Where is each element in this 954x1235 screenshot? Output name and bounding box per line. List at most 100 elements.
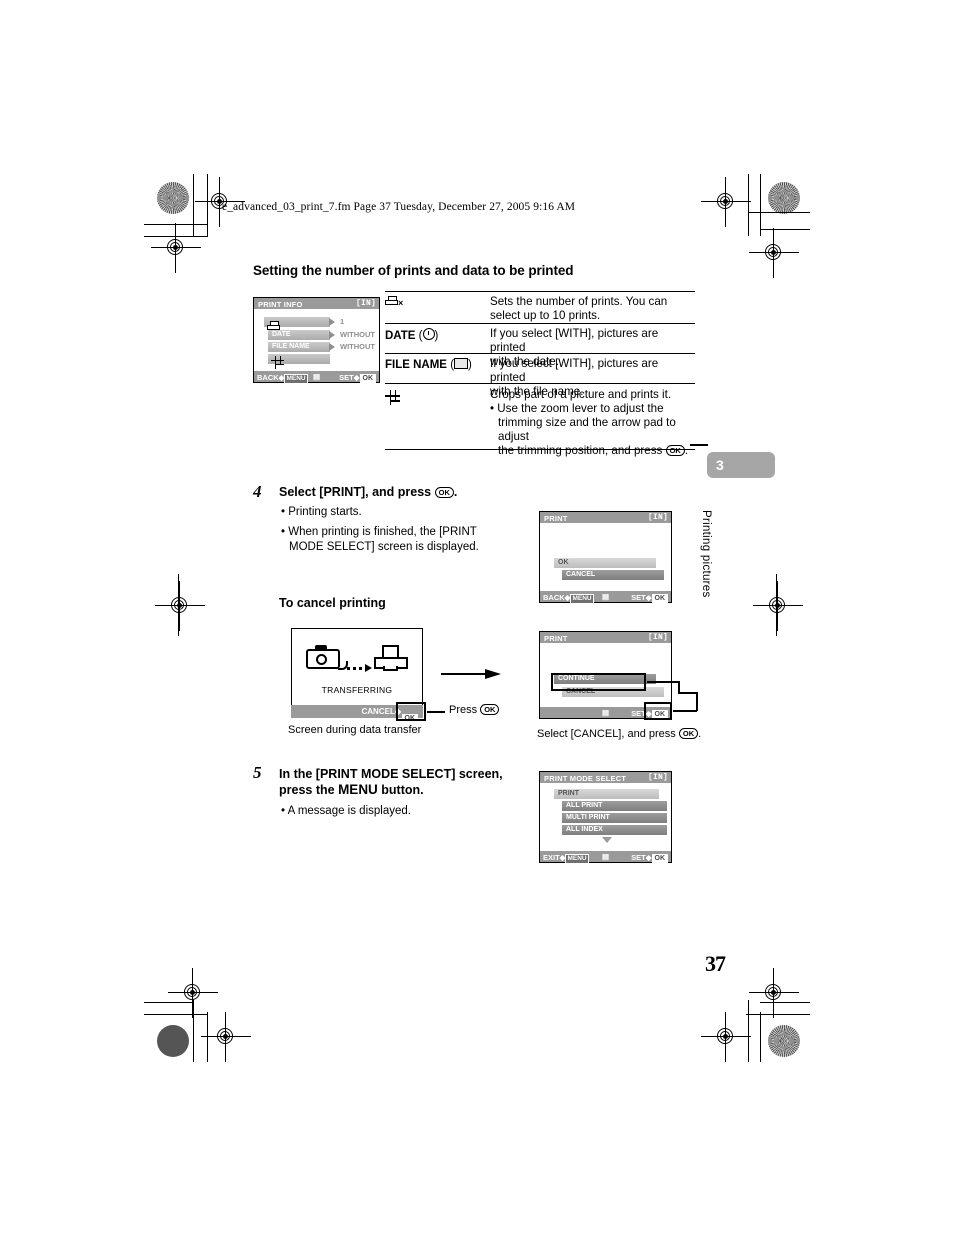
print-mode-item-print[interactable]: PRINT — [554, 789, 659, 799]
cancel-item-callout-box — [551, 673, 646, 691]
step-5-heading-line1: In the [PRINT MODE SELECT] screen, — [279, 767, 503, 781]
print-cancel-badge: [IN] — [647, 633, 668, 642]
crop-line — [144, 224, 208, 226]
ok-button-icon: OK — [480, 704, 500, 715]
updown-key-icon: ▤ — [601, 708, 610, 717]
step-5-heading: In the [PRINT MODE SELECT] screen, press… — [279, 766, 529, 798]
print-ok-screen: PRINT [IN] OK CANCEL BACK◆ MENU ▤ SET◆ OK — [539, 511, 672, 604]
callout-line — [696, 692, 698, 711]
print-info-date-value: WITHOUT — [340, 330, 375, 339]
row-arrow-icon — [329, 331, 335, 339]
ok-key-icon: OK — [359, 373, 376, 384]
print-mode-select-screen: PRINT MODE SELECT [IN] PRINT ALL PRINT M… — [539, 771, 672, 864]
crop-icon — [271, 354, 284, 372]
back-label: BACK — [257, 372, 279, 382]
camera-icon — [306, 645, 348, 670]
caption-period: . — [698, 728, 702, 740]
print-info-row-filename[interactable]: FILE NAME — [268, 342, 330, 352]
registration-mark — [155, 581, 205, 631]
caption-text: Select [CANCEL], and press — [537, 728, 676, 740]
section-title: Setting the number of prints and data to… — [253, 263, 574, 278]
menu-item-label: PRINT — [558, 790, 579, 797]
registration-mark — [749, 968, 799, 1018]
print-ok-item-cancel[interactable]: CANCEL — [562, 570, 664, 580]
callout-line — [427, 711, 445, 713]
table-row: DATE () If you select [WITH], pictures a… — [385, 324, 695, 368]
step-5-number: 5 — [253, 763, 262, 782]
callout-line — [678, 692, 697, 694]
ok-button-icon: OK — [665, 445, 685, 457]
print-mode-exit-hint: EXIT◆ MENU — [543, 852, 589, 864]
step-4-heading-text: Select [PRINT], and press — [279, 485, 432, 499]
print-mode-item-multi-print[interactable]: MULTI PRINT — [562, 813, 667, 823]
step-4-heading-period: . — [453, 485, 458, 499]
transfer-arrow-icon — [347, 664, 372, 672]
step-5-bullet: • A message is displayed. — [281, 805, 411, 817]
ok-key-icon: OK — [651, 853, 668, 864]
print-mode-item-all-index[interactable]: ALL INDEX — [562, 825, 667, 835]
menu-key-icon: MENU — [565, 853, 589, 864]
print-info-row-date[interactable]: DATE — [268, 330, 330, 340]
ok-button-icon: OK — [434, 487, 454, 498]
step-4-bullet-2: • When printing is finished, the [PRINT … — [281, 525, 479, 555]
menu-button-label: MENU — [338, 782, 378, 797]
print-info-titlebar: PRINT INFO [IN] — [254, 298, 379, 309]
callout-line — [673, 710, 697, 712]
table-cell-item: FILE NAME () — [385, 358, 472, 372]
halftone-circle-top-right — [768, 182, 800, 214]
print-mode-set-hint: SET◆ OK — [631, 853, 668, 864]
desc-line: trimming size and the arrow pad to adjus… — [498, 416, 676, 444]
table-row: × Sets the number of prints. You can sel… — [385, 292, 695, 325]
menu-item-label: CANCEL — [566, 571, 596, 578]
row-arrow-icon — [329, 318, 335, 326]
print-info-badge: [IN] — [355, 299, 376, 308]
print-info-filename-label: FILE NAME — [272, 343, 310, 350]
desc-line: If you select [WITH], pictures are print… — [490, 357, 659, 385]
menu-key-icon: MENU — [570, 593, 594, 604]
print-ok-badge: [IN] — [647, 513, 668, 522]
print-mode-body: PRINT ALL PRINT MULTI PRINT ALL INDEX — [540, 783, 671, 851]
cancel-label: CANCEL — [361, 707, 395, 716]
menu-item-label: ALL INDEX — [566, 826, 603, 833]
halftone-circle-bottom-left — [157, 1025, 189, 1057]
print-info-body: 1 DATE WITHOUT FILE NAME WITHOUT — [254, 309, 379, 371]
cancel-printing-subheading: To cancel printing — [279, 596, 386, 610]
print-mode-titlebar: PRINT MODE SELECT [IN] — [540, 772, 671, 783]
select-cancel-caption: Select [CANCEL], and press OK. — [537, 728, 701, 740]
transfer-screen-caption: Screen during data transfer — [288, 724, 422, 736]
print-info-screen: PRINT INFO [IN] 1 DATE WITHOUT FILE NAME… — [253, 297, 380, 384]
registration-mark — [701, 1012, 751, 1062]
print-info-date-label: DATE — [272, 331, 291, 338]
updown-key-icon: ▤ — [312, 372, 321, 381]
menu-item-label: MULTI PRINT — [566, 814, 610, 821]
item-label: FILE NAME — [385, 359, 447, 372]
print-ok-back-hint: BACK◆ MENU — [543, 592, 594, 604]
print-cancel-title: PRINT — [544, 633, 568, 643]
printer-icon-large — [374, 645, 408, 671]
crop-line — [207, 1012, 209, 1062]
row-arrow-icon — [329, 343, 335, 351]
file-icon — [454, 358, 469, 370]
print-ok-title: PRINT — [544, 513, 568, 523]
desc-line: • Use the zoom lever to adjust the — [490, 402, 664, 416]
halftone-circle-bottom-right — [768, 1025, 800, 1057]
back-label: BACK — [543, 592, 565, 602]
table-cell-description: Sets the number of prints. You can selec… — [490, 295, 695, 323]
print-mode-badge: [IN] — [647, 773, 668, 782]
ok-button-icon: OK — [678, 728, 699, 739]
crop-line — [193, 1000, 195, 1062]
print-ok-item-ok[interactable]: OK — [554, 558, 656, 568]
print-ok-body: OK CANCEL — [540, 523, 671, 591]
print-info-copies-value: 1 — [340, 317, 345, 326]
scroll-down-icon[interactable] — [602, 837, 612, 843]
set-label: SET — [631, 852, 646, 862]
flow-arrow-icon — [441, 669, 503, 679]
registration-mark — [168, 968, 218, 1018]
print-info-set-hint: SET◆ OK — [339, 373, 376, 384]
registration-mark — [749, 228, 799, 278]
step-4-heading: Select [PRINT], and press OK. — [279, 484, 457, 500]
desc-line: If you select [WITH], pictures are print… — [490, 327, 659, 355]
print-mode-item-all-print[interactable]: ALL PRINT — [562, 801, 667, 811]
set-label: SET — [631, 592, 646, 602]
menu-item-label: ALL PRINT — [566, 802, 603, 809]
